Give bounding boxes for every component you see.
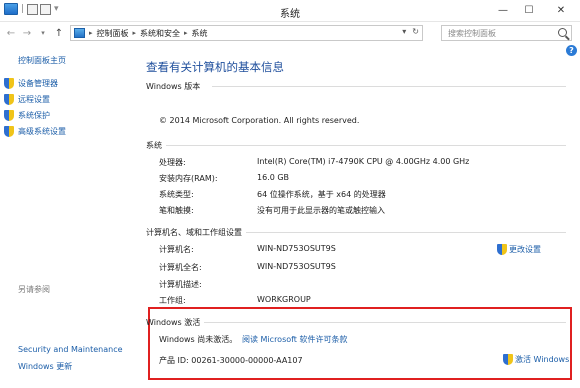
pen-touch-label: 笔和触摸:: [159, 206, 194, 215]
change-settings-link[interactable]: 更改设置: [497, 244, 541, 255]
breadcrumb-control-panel[interactable]: 控制面板: [97, 28, 129, 39]
up-arrow-icon[interactable]: ↑: [52, 26, 66, 40]
full-computer-name-value: WIN-ND753OSUT9S: [257, 262, 336, 271]
forward-arrow-icon[interactable]: →: [20, 26, 34, 40]
divider: [166, 145, 566, 146]
shield-icon: [4, 78, 14, 89]
breadcrumb[interactable]: ▸ 控制面板 ▸ 系统和安全 ▸ 系统 ▾ ↻: [70, 25, 423, 41]
chevron-right-icon[interactable]: ▸: [184, 29, 188, 37]
computer-name-value: WIN-ND753OSUT9S: [257, 244, 336, 253]
search-input[interactable]: [442, 26, 552, 40]
computer-description-label: 计算机描述:: [159, 280, 202, 289]
search-icon[interactable]: [558, 28, 567, 37]
processor-label: 处理器:: [159, 158, 186, 167]
sidebar-item-advanced-settings[interactable]: 高级系统设置: [4, 126, 66, 137]
windows-update-link[interactable]: Windows 更新: [18, 361, 72, 372]
address-bar: ← → ▾ ↑ ▸ 控制面板 ▸ 系统和安全 ▸ 系统 ▾ ↻: [0, 23, 580, 43]
product-id: 产品 ID: 00261-30000-00000-AA107: [159, 356, 303, 365]
breadcrumb-system-security[interactable]: 系统和安全: [140, 28, 180, 39]
shield-icon: [497, 244, 507, 255]
system-type-label: 系统类型:: [159, 190, 194, 199]
full-computer-name-label: 计算机全名:: [159, 263, 202, 272]
maximize-button[interactable]: ☐: [516, 0, 542, 20]
ram-label: 安装内存(RAM):: [159, 174, 218, 183]
window-controls: — ☐ ✕: [490, 0, 580, 20]
divider: [246, 232, 566, 233]
edition-section-heading: Windows 版本: [146, 82, 201, 91]
address-dropdown-icon[interactable]: ▾: [402, 27, 406, 36]
sidebar-home-link[interactable]: 控制面板主页: [18, 55, 66, 66]
system-section-heading: 系统: [146, 141, 162, 150]
security-maintenance-link[interactable]: Security and Maintenance: [18, 345, 123, 354]
search-box[interactable]: [441, 25, 572, 41]
pen-touch-value: 没有可用于此显示器的笔或触控输入: [257, 206, 385, 215]
title-bar: | ▾ 系统 — ☐ ✕: [0, 0, 580, 22]
page-title: 查看有关计算机的基本信息: [146, 60, 284, 74]
help-icon[interactable]: ?: [566, 45, 577, 56]
workgroup-value: WORKGROUP: [257, 295, 311, 304]
sidebar: 控制面板主页 设备管理器 远程设置 系统保护 高级系统设置: [0, 44, 138, 388]
computer-section-heading: 计算机名、域和工作组设置: [146, 228, 242, 237]
sidebar-item-remote-settings[interactable]: 远程设置: [4, 94, 50, 105]
shield-icon: [4, 94, 14, 105]
activation-status: Windows 尚未激活。: [159, 335, 238, 344]
see-also-heading: 另请参阅: [18, 285, 50, 294]
control-panel-icon: [74, 28, 85, 38]
computer-name-label: 计算机名:: [159, 245, 194, 254]
processor-value: Intel(R) Core(TM) i7-4790K CPU @ 4.00GHz…: [257, 157, 470, 166]
system-type-value: 64 位操作系统，基于 x64 的处理器: [257, 190, 386, 199]
copyright-text: © 2014 Microsoft Corporation. All rights…: [159, 116, 360, 125]
sidebar-item-system-protection[interactable]: 系统保护: [4, 110, 50, 121]
workgroup-label: 工作组:: [159, 296, 186, 305]
recent-locations-chevron-icon[interactable]: ▾: [36, 26, 50, 40]
shield-icon: [503, 354, 513, 365]
chevron-right-icon[interactable]: ▸: [133, 29, 137, 37]
breadcrumb-system[interactable]: 系统: [192, 28, 208, 39]
close-button[interactable]: ✕: [542, 0, 580, 20]
shield-icon: [4, 110, 14, 121]
activation-section-heading: Windows 激活: [146, 318, 201, 327]
back-arrow-icon[interactable]: ←: [4, 26, 18, 40]
sidebar-item-device-manager[interactable]: 设备管理器: [4, 78, 58, 89]
refresh-icon[interactable]: ↻: [412, 27, 419, 36]
shield-icon: [4, 126, 14, 137]
divider: [212, 86, 566, 87]
minimize-button[interactable]: —: [490, 0, 516, 20]
activate-windows-link[interactable]: 激活 Windows: [503, 354, 569, 365]
chevron-right-icon[interactable]: ▸: [89, 29, 93, 37]
ram-value: 16.0 GB: [257, 173, 290, 182]
license-terms-link[interactable]: 阅读 Microsoft 软件许可条款: [242, 334, 348, 345]
divider: [204, 322, 566, 323]
